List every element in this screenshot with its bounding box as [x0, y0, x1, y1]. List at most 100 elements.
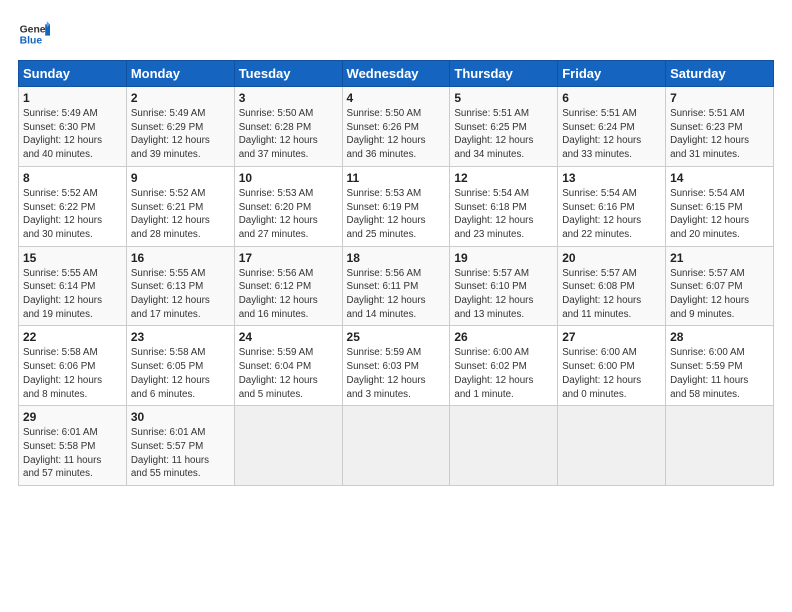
day-number: 28: [670, 330, 769, 344]
week-row-3: 15 Sunrise: 5:55 AM Sunset: 6:14 PM Dayl…: [19, 246, 774, 326]
day-cell-29: 29 Sunrise: 6:01 AM Sunset: 5:58 PM Dayl…: [19, 406, 127, 486]
week-row-5: 29 Sunrise: 6:01 AM Sunset: 5:58 PM Dayl…: [19, 406, 774, 486]
empty-cell: [342, 406, 450, 486]
day-cell-28: 28 Sunrise: 6:00 AM Sunset: 5:59 PM Dayl…: [666, 326, 774, 406]
day-number: 17: [239, 251, 338, 265]
week-row-2: 8 Sunrise: 5:52 AM Sunset: 6:22 PM Dayli…: [19, 166, 774, 246]
day-number: 25: [347, 330, 446, 344]
empty-cell: [234, 406, 342, 486]
day-number: 6: [562, 91, 661, 105]
day-cell-20: 20 Sunrise: 5:57 AM Sunset: 6:08 PM Dayl…: [558, 246, 666, 326]
day-info: Sunrise: 5:58 AM Sunset: 6:05 PM Dayligh…: [131, 347, 210, 399]
day-info: Sunrise: 5:57 AM Sunset: 6:10 PM Dayligh…: [454, 268, 533, 320]
day-cell-22: 22 Sunrise: 5:58 AM Sunset: 6:06 PM Dayl…: [19, 326, 127, 406]
day-cell-5: 5 Sunrise: 5:51 AM Sunset: 6:25 PM Dayli…: [450, 87, 558, 167]
day-number: 14: [670, 171, 769, 185]
day-number: 12: [454, 171, 553, 185]
day-number: 3: [239, 91, 338, 105]
day-info: Sunrise: 5:50 AM Sunset: 6:26 PM Dayligh…: [347, 108, 426, 160]
day-number: 24: [239, 330, 338, 344]
day-info: Sunrise: 5:52 AM Sunset: 6:22 PM Dayligh…: [23, 188, 102, 240]
col-thursday: Thursday: [450, 61, 558, 87]
day-number: 1: [23, 91, 122, 105]
col-saturday: Saturday: [666, 61, 774, 87]
day-number: 7: [670, 91, 769, 105]
day-info: Sunrise: 5:51 AM Sunset: 6:23 PM Dayligh…: [670, 108, 749, 160]
day-number: 19: [454, 251, 553, 265]
col-friday: Friday: [558, 61, 666, 87]
day-cell-27: 27 Sunrise: 6:00 AM Sunset: 6:00 PM Dayl…: [558, 326, 666, 406]
day-info: Sunrise: 6:01 AM Sunset: 5:57 PM Dayligh…: [131, 427, 209, 479]
day-info: Sunrise: 5:54 AM Sunset: 6:15 PM Dayligh…: [670, 188, 749, 240]
day-info: Sunrise: 5:54 AM Sunset: 6:16 PM Dayligh…: [562, 188, 641, 240]
day-info: Sunrise: 5:59 AM Sunset: 6:03 PM Dayligh…: [347, 347, 426, 399]
col-sunday: Sunday: [19, 61, 127, 87]
day-info: Sunrise: 5:58 AM Sunset: 6:06 PM Dayligh…: [23, 347, 102, 399]
day-info: Sunrise: 5:51 AM Sunset: 6:25 PM Dayligh…: [454, 108, 533, 160]
empty-cell: [558, 406, 666, 486]
day-cell-3: 3 Sunrise: 5:50 AM Sunset: 6:28 PM Dayli…: [234, 87, 342, 167]
col-tuesday: Tuesday: [234, 61, 342, 87]
day-number: 20: [562, 251, 661, 265]
day-cell-11: 11 Sunrise: 5:53 AM Sunset: 6:19 PM Dayl…: [342, 166, 450, 246]
day-cell-16: 16 Sunrise: 5:55 AM Sunset: 6:13 PM Dayl…: [126, 246, 234, 326]
day-info: Sunrise: 5:49 AM Sunset: 6:29 PM Dayligh…: [131, 108, 210, 160]
day-info: Sunrise: 5:50 AM Sunset: 6:28 PM Dayligh…: [239, 108, 318, 160]
day-info: Sunrise: 5:57 AM Sunset: 6:07 PM Dayligh…: [670, 268, 749, 320]
day-cell-26: 26 Sunrise: 6:00 AM Sunset: 6:02 PM Dayl…: [450, 326, 558, 406]
day-number: 30: [131, 410, 230, 424]
day-number: 21: [670, 251, 769, 265]
day-cell-30: 30 Sunrise: 6:01 AM Sunset: 5:57 PM Dayl…: [126, 406, 234, 486]
day-number: 26: [454, 330, 553, 344]
day-number: 22: [23, 330, 122, 344]
day-number: 2: [131, 91, 230, 105]
day-cell-17: 17 Sunrise: 5:56 AM Sunset: 6:12 PM Dayl…: [234, 246, 342, 326]
col-wednesday: Wednesday: [342, 61, 450, 87]
day-info: Sunrise: 5:53 AM Sunset: 6:20 PM Dayligh…: [239, 188, 318, 240]
day-number: 13: [562, 171, 661, 185]
day-number: 10: [239, 171, 338, 185]
day-info: Sunrise: 5:51 AM Sunset: 6:24 PM Dayligh…: [562, 108, 641, 160]
day-cell-12: 12 Sunrise: 5:54 AM Sunset: 6:18 PM Dayl…: [450, 166, 558, 246]
calendar-body: 1 Sunrise: 5:49 AM Sunset: 6:30 PM Dayli…: [19, 87, 774, 486]
day-cell-25: 25 Sunrise: 5:59 AM Sunset: 6:03 PM Dayl…: [342, 326, 450, 406]
header-row: Sunday Monday Tuesday Wednesday Thursday…: [19, 61, 774, 87]
day-number: 8: [23, 171, 122, 185]
day-number: 23: [131, 330, 230, 344]
header: General Blue: [18, 18, 774, 50]
day-cell-6: 6 Sunrise: 5:51 AM Sunset: 6:24 PM Dayli…: [558, 87, 666, 167]
day-info: Sunrise: 5:55 AM Sunset: 6:13 PM Dayligh…: [131, 268, 210, 320]
day-cell-2: 2 Sunrise: 5:49 AM Sunset: 6:29 PM Dayli…: [126, 87, 234, 167]
week-row-4: 22 Sunrise: 5:58 AM Sunset: 6:06 PM Dayl…: [19, 326, 774, 406]
day-number: 27: [562, 330, 661, 344]
day-cell-1: 1 Sunrise: 5:49 AM Sunset: 6:30 PM Dayli…: [19, 87, 127, 167]
col-monday: Monday: [126, 61, 234, 87]
day-cell-4: 4 Sunrise: 5:50 AM Sunset: 6:26 PM Dayli…: [342, 87, 450, 167]
day-info: Sunrise: 5:57 AM Sunset: 6:08 PM Dayligh…: [562, 268, 641, 320]
day-cell-8: 8 Sunrise: 5:52 AM Sunset: 6:22 PM Dayli…: [19, 166, 127, 246]
day-cell-10: 10 Sunrise: 5:53 AM Sunset: 6:20 PM Dayl…: [234, 166, 342, 246]
day-info: Sunrise: 6:00 AM Sunset: 5:59 PM Dayligh…: [670, 347, 748, 399]
day-info: Sunrise: 5:56 AM Sunset: 6:12 PM Dayligh…: [239, 268, 318, 320]
day-info: Sunrise: 6:00 AM Sunset: 6:02 PM Dayligh…: [454, 347, 533, 399]
page: General Blue Sunday Monday Tuesday Wedne…: [0, 0, 792, 612]
day-info: Sunrise: 5:53 AM Sunset: 6:19 PM Dayligh…: [347, 188, 426, 240]
day-cell-23: 23 Sunrise: 5:58 AM Sunset: 6:05 PM Dayl…: [126, 326, 234, 406]
week-row-1: 1 Sunrise: 5:49 AM Sunset: 6:30 PM Dayli…: [19, 87, 774, 167]
day-info: Sunrise: 5:55 AM Sunset: 6:14 PM Dayligh…: [23, 268, 102, 320]
day-cell-13: 13 Sunrise: 5:54 AM Sunset: 6:16 PM Dayl…: [558, 166, 666, 246]
day-cell-9: 9 Sunrise: 5:52 AM Sunset: 6:21 PM Dayli…: [126, 166, 234, 246]
day-number: 11: [347, 171, 446, 185]
day-cell-21: 21 Sunrise: 5:57 AM Sunset: 6:07 PM Dayl…: [666, 246, 774, 326]
empty-cell: [666, 406, 774, 486]
calendar-table: Sunday Monday Tuesday Wednesday Thursday…: [18, 60, 774, 486]
day-cell-7: 7 Sunrise: 5:51 AM Sunset: 6:23 PM Dayli…: [666, 87, 774, 167]
day-cell-24: 24 Sunrise: 5:59 AM Sunset: 6:04 PM Dayl…: [234, 326, 342, 406]
day-number: 4: [347, 91, 446, 105]
day-number: 15: [23, 251, 122, 265]
logo-icon: General Blue: [18, 18, 50, 50]
svg-text:Blue: Blue: [20, 36, 43, 47]
day-number: 9: [131, 171, 230, 185]
day-number: 18: [347, 251, 446, 265]
day-number: 29: [23, 410, 122, 424]
